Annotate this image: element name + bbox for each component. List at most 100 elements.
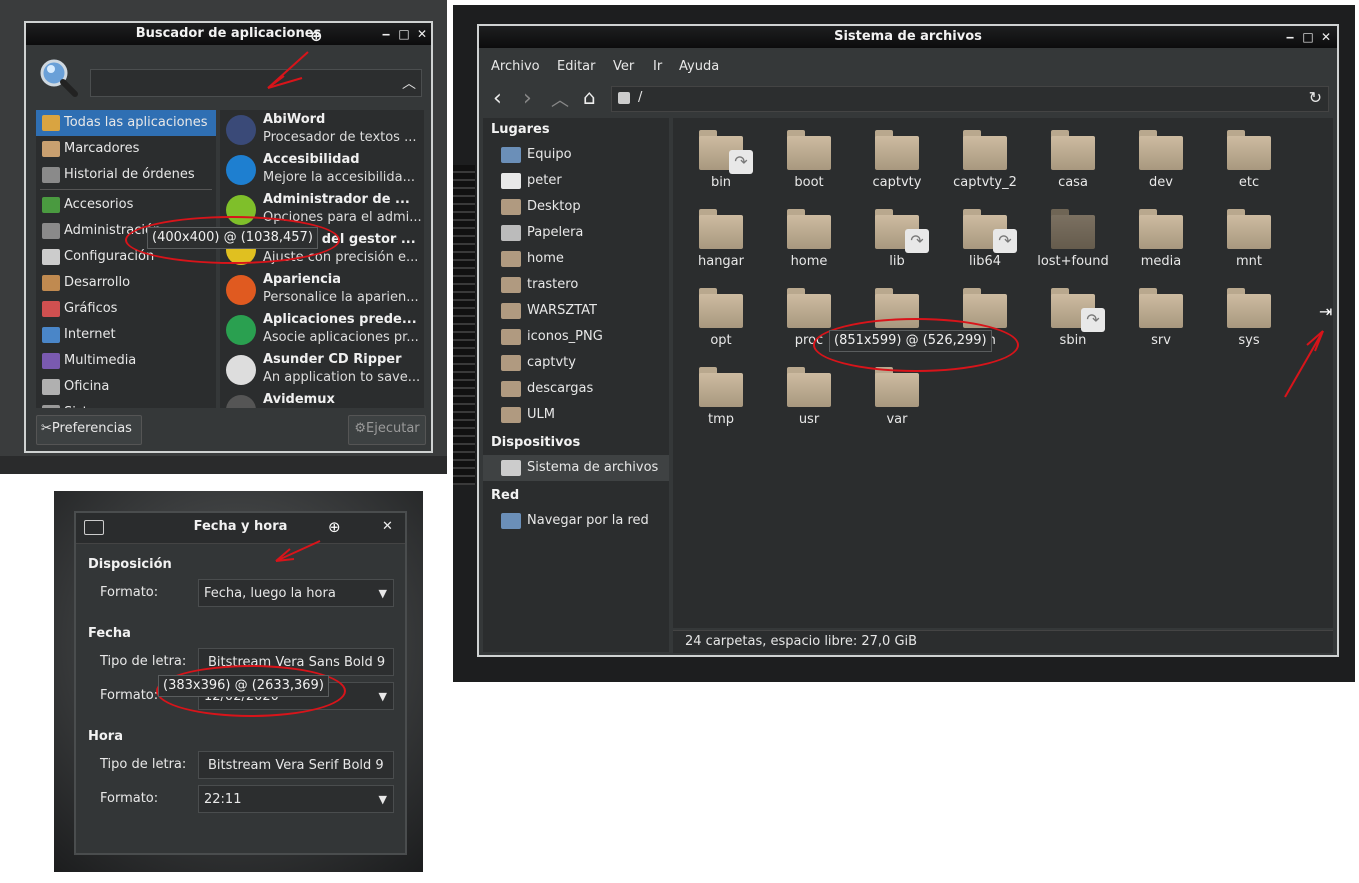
time-format-label: Formato: bbox=[100, 791, 159, 806]
folder-item[interactable]: casa bbox=[1033, 124, 1113, 203]
folder-label: boot bbox=[794, 175, 824, 190]
app-item[interactable]: Apariencia Personalice la aparien... bbox=[220, 270, 424, 310]
folder-item[interactable]: usr bbox=[769, 361, 849, 440]
maximize-button[interactable]: □ bbox=[397, 23, 411, 45]
category-item[interactable]: Multimedia bbox=[36, 348, 216, 374]
menu-item[interactable]: Ir bbox=[653, 56, 662, 78]
default-apps-icon bbox=[226, 315, 256, 345]
category-item[interactable]: Historial de órdenes bbox=[36, 162, 216, 188]
sidebar-item[interactable]: Equipo bbox=[483, 142, 669, 168]
sidebar-item[interactable]: captvty bbox=[483, 350, 669, 376]
menu-item[interactable]: Ayuda bbox=[679, 56, 719, 78]
category-item[interactable]: Sistema bbox=[36, 400, 216, 408]
folder-item[interactable]: ↷ lib bbox=[857, 203, 937, 282]
layout-format-select[interactable]: Fecha, luego la hora ▼ bbox=[198, 579, 394, 607]
forward-icon[interactable]: › bbox=[523, 86, 532, 111]
sidebar-item[interactable]: Sistema de archivos bbox=[483, 455, 669, 481]
execute-label: Ejecutar bbox=[366, 421, 420, 436]
app-desc: Procesador de textos ... bbox=[263, 130, 417, 145]
folder-item[interactable]: dev bbox=[1121, 124, 1201, 203]
search-input[interactable] bbox=[90, 69, 422, 97]
close-button[interactable]: ✕ bbox=[382, 519, 393, 534]
minimize-button[interactable]: ‒ bbox=[379, 23, 393, 45]
close-button[interactable]: ✕ bbox=[1319, 26, 1333, 48]
folder-item[interactable]: ↷ bin bbox=[681, 124, 761, 203]
location-bar[interactable]: / ↻ bbox=[611, 86, 1329, 112]
folder-item[interactable]: ↷ lib64 bbox=[945, 203, 1025, 282]
trash-icon bbox=[501, 225, 521, 241]
app-name: Administrador de ... bbox=[263, 192, 410, 207]
folder-icon bbox=[1227, 215, 1271, 249]
folder-icon bbox=[787, 373, 831, 407]
maximize-button[interactable]: □ bbox=[1301, 26, 1315, 48]
folder-item[interactable]: captvty bbox=[857, 124, 937, 203]
category-item[interactable]: Todas las aplicaciones bbox=[36, 110, 216, 136]
app-name: Apariencia bbox=[263, 272, 342, 287]
menu-item[interactable]: Ver bbox=[613, 56, 634, 78]
close-button[interactable]: ✕ bbox=[415, 23, 429, 45]
sidebar-item[interactable]: home bbox=[483, 246, 669, 272]
sidebar-item-label: iconos_PNG bbox=[527, 329, 603, 344]
sidebar-item-label: Desktop bbox=[527, 199, 581, 214]
app-desc: An application to save... bbox=[263, 370, 421, 385]
geometry-tooltip: (400x400) @ (1038,457) bbox=[147, 227, 318, 249]
time-font-button[interactable]: Bitstream Vera Serif Bold 9 bbox=[198, 751, 394, 779]
sidebar-item[interactable]: trastero bbox=[483, 272, 669, 298]
folder-item[interactable]: opt bbox=[681, 282, 761, 361]
sidebar-item[interactable]: descargas bbox=[483, 376, 669, 402]
chevron-up-icon[interactable]: ︿ bbox=[402, 73, 416, 93]
folder-item[interactable]: sys bbox=[1209, 282, 1289, 361]
category-item[interactable]: Marcadores bbox=[36, 136, 216, 162]
file-manager-titlebar: Sistema de archivos ‒ □ ✕ bbox=[479, 26, 1337, 48]
menu-item[interactable]: Archivo bbox=[491, 56, 540, 78]
toolbar: ‹ › ︿ ⌂ / ↻ bbox=[479, 84, 1337, 116]
folder-item[interactable]: srv bbox=[1121, 282, 1201, 361]
category-item[interactable]: Accesorios bbox=[36, 192, 216, 218]
sidebar-item[interactable]: ULM bbox=[483, 402, 669, 428]
folder-item[interactable]: media bbox=[1121, 203, 1201, 282]
folder-icon bbox=[1139, 215, 1183, 249]
minimize-button[interactable]: ‒ bbox=[1283, 26, 1297, 48]
up-icon[interactable]: ︿ bbox=[551, 86, 569, 112]
app-item[interactable]: Aplicaciones prede... Asocie aplicaciones… bbox=[220, 310, 424, 350]
folder-label: dev bbox=[1149, 175, 1173, 190]
date-format-label: Formato: bbox=[100, 688, 159, 703]
preferences-button[interactable]: ✂Preferencias bbox=[36, 415, 142, 445]
menu-item[interactable]: Editar bbox=[557, 56, 596, 78]
execute-button[interactable]: ⚙Ejecutar bbox=[348, 415, 426, 445]
home-icon[interactable]: ⌂ bbox=[583, 85, 596, 109]
folder-item[interactable]: etc bbox=[1209, 124, 1289, 203]
folder-item[interactable]: var bbox=[857, 361, 937, 440]
category-item[interactable]: Desarrollo bbox=[36, 270, 216, 296]
folder-item[interactable]: tmp bbox=[681, 361, 761, 440]
category-item[interactable]: Gráficos bbox=[36, 296, 216, 322]
sidebar-item[interactable]: peter bbox=[483, 168, 669, 194]
sidebar-item[interactable]: iconos_PNG bbox=[483, 324, 669, 350]
sidebar-item[interactable]: Papelera bbox=[483, 220, 669, 246]
sidebar-item[interactable]: WARSZTAT bbox=[483, 298, 669, 324]
folder-item[interactable]: home bbox=[769, 203, 849, 282]
folder-item[interactable]: hangar bbox=[681, 203, 761, 282]
app-item[interactable]: Accesibilidad Mejore la accesibilida... bbox=[220, 150, 424, 190]
folder-item[interactable]: ↷ sbin bbox=[1033, 282, 1113, 361]
app-name: AbiWord bbox=[263, 112, 326, 127]
folder-item[interactable]: boot bbox=[769, 124, 849, 203]
category-item[interactable]: Oficina bbox=[36, 374, 216, 400]
app-item[interactable]: Avidemux bbox=[220, 390, 424, 408]
category-item[interactable]: Internet bbox=[36, 322, 216, 348]
reload-icon[interactable]: ↻ bbox=[1309, 88, 1322, 107]
folder-item[interactable]: lost+found bbox=[1033, 203, 1113, 282]
network-list: Navegar por la red bbox=[483, 508, 669, 534]
back-icon[interactable]: ‹ bbox=[493, 86, 502, 111]
time-format-select[interactable]: 22:11 ▼ bbox=[198, 785, 394, 813]
sidebar-item[interactable]: Desktop bbox=[483, 194, 669, 220]
sidebar-item-label: peter bbox=[527, 173, 562, 188]
app-item[interactable]: Asunder CD Ripper An application to save.… bbox=[220, 350, 424, 390]
folder-item[interactable]: mnt bbox=[1209, 203, 1289, 282]
app-item[interactable]: AbiWord Procesador de textos ... bbox=[220, 110, 424, 150]
folder-item[interactable]: captvty_2 bbox=[945, 124, 1025, 203]
sidebar-item[interactable]: Navegar por la red bbox=[483, 508, 669, 534]
appearance-icon bbox=[226, 275, 256, 305]
category-label: Accesorios bbox=[64, 197, 134, 212]
folder-icon bbox=[501, 303, 521, 319]
